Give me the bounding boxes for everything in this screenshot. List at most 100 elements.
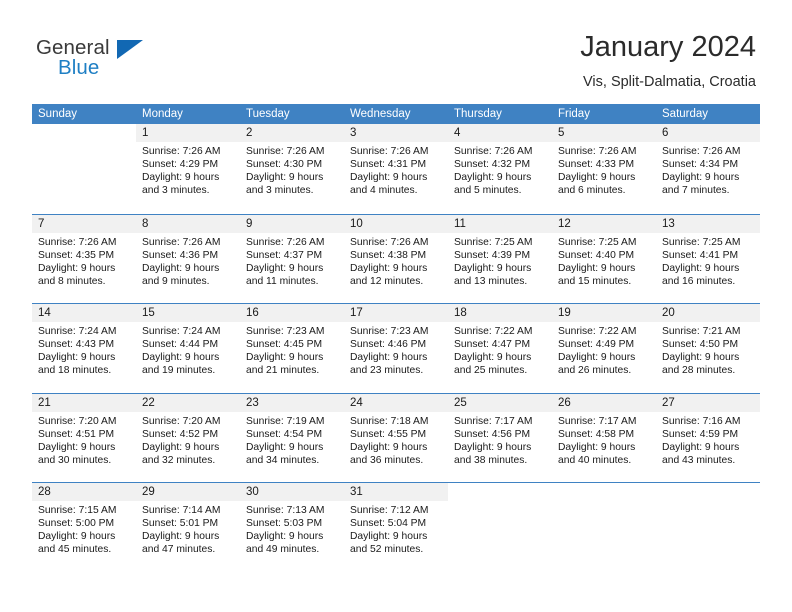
calendar-week-row: 14 Sunrise: 7:24 AM Sunset: 4:43 PM Dayligh…	[32, 303, 760, 393]
day-info-line: and 7 minutes.	[662, 185, 730, 197]
calendar-day-cell[interactable]: 28 Sunrise: 7:15 AM Sunset: 5:00 PM Dayligh…	[32, 483, 136, 572]
weekday-header-saturday: Saturday	[662, 108, 709, 120]
day-info-line: Sunrise: 7:23 AM	[350, 326, 429, 337]
generalblue-logo[interactable]: General Blue	[36, 36, 166, 84]
calendar-day-cell[interactable]: 22 Sunrise: 7:20 AM Sunset: 4:52 PM Dayligh…	[136, 393, 240, 482]
day-number: 31	[344, 483, 448, 501]
day-sun-info: Sunrise: 7:20 AM Sunset: 4:52 PM Daylight:…	[136, 412, 240, 467]
calendar-week-row: 28 Sunrise: 7:15 AM Sunset: 5:00 PM Dayligh…	[32, 482, 760, 572]
calendar-day-cell-empty	[552, 483, 656, 572]
day-info-line: Sunset: 4:50 PM	[662, 339, 739, 351]
calendar-day-cell[interactable]: 7 Sunrise: 7:26 AM Sunset: 4:35 PM Daylight…	[32, 214, 136, 303]
calendar-day-cell[interactable]: 14 Sunrise: 7:24 AM Sunset: 4:43 PM Dayligh…	[32, 304, 136, 393]
weekday-header-wednesday: Wednesday	[350, 108, 411, 120]
day-info-line: Sunset: 4:55 PM	[350, 428, 427, 440]
day-info-line: Daylight: 9 hours	[38, 262, 116, 274]
day-number	[552, 483, 656, 501]
day-info-line: Daylight: 9 hours	[350, 262, 428, 274]
day-info-line: and 32 minutes.	[142, 454, 216, 466]
day-info-line: and 45 minutes.	[38, 544, 112, 556]
calendar-day-cell[interactable]: 8 Sunrise: 7:26 AM Sunset: 4:36 PM Daylight…	[136, 214, 240, 303]
day-number: 8	[136, 214, 240, 233]
day-info-line: Sunrise: 7:21 AM	[662, 326, 741, 337]
calendar-day-cell[interactable]: 15 Sunrise: 7:24 AM Sunset: 4:44 PM Dayligh…	[136, 304, 240, 393]
calendar-day-cell[interactable]: 3 Sunrise: 7:26 AM Sunset: 4:31 PM Daylight…	[344, 124, 448, 214]
day-info-line: Daylight: 9 hours	[350, 352, 428, 364]
calendar-day-cell[interactable]: 16 Sunrise: 7:23 AM Sunset: 4:45 PM Dayligh…	[240, 304, 344, 393]
day-info-line: Daylight: 9 hours	[38, 441, 116, 453]
day-number: 28	[32, 483, 136, 501]
page-title: January 2024	[580, 31, 756, 63]
day-sun-info: Sunrise: 7:17 AM Sunset: 4:56 PM Daylight:…	[448, 412, 552, 467]
day-info-line: and 16 minutes.	[662, 275, 736, 287]
calendar-day-cell[interactable]: 31 Sunrise: 7:12 AM Sunset: 5:04 PM Dayligh…	[344, 483, 448, 572]
calendar-day-cell[interactable]: 9 Sunrise: 7:26 AM Sunset: 4:37 PM Daylight…	[240, 214, 344, 303]
calendar-day-cell[interactable]: 30 Sunrise: 7:13 AM Sunset: 5:03 PM Dayligh…	[240, 483, 344, 572]
day-number: 11	[448, 214, 552, 233]
day-sun-info: Sunrise: 7:26 AM Sunset: 4:38 PM Daylight:…	[344, 233, 448, 288]
day-sun-info: Sunrise: 7:18 AM Sunset: 4:55 PM Daylight:…	[344, 412, 448, 467]
day-sun-info	[32, 142, 136, 145]
calendar-day-cell[interactable]: 20 Sunrise: 7:21 AM Sunset: 4:50 PM Dayligh…	[656, 304, 760, 393]
day-number: 26	[552, 393, 656, 412]
calendar-day-cell[interactable]: 10 Sunrise: 7:26 AM Sunset: 4:38 PM Dayligh…	[344, 214, 448, 303]
day-number: 16	[240, 304, 344, 322]
day-number: 6	[656, 124, 760, 142]
day-sun-info: Sunrise: 7:12 AM Sunset: 5:04 PM Daylight:…	[344, 501, 448, 556]
day-info-line: Sunset: 4:29 PM	[142, 159, 219, 171]
day-info-line: Daylight: 9 hours	[662, 172, 740, 184]
calendar-day-cell[interactable]: 29 Sunrise: 7:14 AM Sunset: 5:01 PM Dayligh…	[136, 483, 240, 572]
calendar-day-cell[interactable]: 5 Sunrise: 7:26 AM Sunset: 4:33 PM Daylight…	[552, 124, 656, 214]
day-number: 7	[32, 214, 136, 233]
calendar-day-cell[interactable]: 19 Sunrise: 7:22 AM Sunset: 4:49 PM Dayligh…	[552, 304, 656, 393]
day-sun-info: Sunrise: 7:26 AM Sunset: 4:36 PM Daylight:…	[136, 233, 240, 288]
calendar-day-cell[interactable]: 25 Sunrise: 7:17 AM Sunset: 4:56 PM Dayligh…	[448, 393, 552, 482]
day-info-line: Sunrise: 7:26 AM	[142, 146, 221, 157]
day-info-line: Sunrise: 7:22 AM	[558, 326, 637, 337]
day-info-line: Daylight: 9 hours	[350, 531, 428, 543]
day-info-line: Sunset: 4:56 PM	[454, 428, 531, 440]
day-sun-info: Sunrise: 7:26 AM Sunset: 4:34 PM Daylight:…	[656, 142, 760, 197]
day-info-line: Sunset: 4:31 PM	[350, 159, 427, 171]
day-sun-info: Sunrise: 7:26 AM Sunset: 4:32 PM Daylight:…	[448, 142, 552, 197]
logo-triangle-icon	[117, 40, 143, 59]
day-number: 21	[32, 393, 136, 412]
day-number: 19	[552, 304, 656, 322]
calendar-day-cell[interactable]: 2 Sunrise: 7:26 AM Sunset: 4:30 PM Daylight…	[240, 124, 344, 214]
day-sun-info	[448, 501, 552, 504]
calendar-day-cell[interactable]: 26 Sunrise: 7:17 AM Sunset: 4:58 PM Dayligh…	[552, 393, 656, 482]
calendar-day-cell[interactable]: 4 Sunrise: 7:26 AM Sunset: 4:32 PM Daylight…	[448, 124, 552, 214]
day-number	[32, 124, 136, 142]
day-number: 12	[552, 214, 656, 233]
day-info-line: Sunset: 4:54 PM	[246, 428, 323, 440]
day-info-line: and 52 minutes.	[350, 544, 424, 556]
day-info-line: Daylight: 9 hours	[558, 352, 636, 364]
calendar-day-cell[interactable]: 13 Sunrise: 7:25 AM Sunset: 4:41 PM Dayligh…	[656, 214, 760, 303]
day-number: 20	[656, 304, 760, 322]
calendar-day-cell[interactable]: 21 Sunrise: 7:20 AM Sunset: 4:51 PM Dayligh…	[32, 393, 136, 482]
day-info-line: Sunrise: 7:25 AM	[558, 236, 637, 248]
calendar-day-cell[interactable]: 24 Sunrise: 7:18 AM Sunset: 4:55 PM Dayligh…	[344, 393, 448, 482]
day-number: 17	[344, 304, 448, 322]
calendar-day-cell[interactable]: 1 Sunrise: 7:26 AM Sunset: 4:29 PM Daylight…	[136, 124, 240, 214]
calendar-day-cell[interactable]: 27 Sunrise: 7:16 AM Sunset: 4:59 PM Dayligh…	[656, 393, 760, 482]
calendar-day-cell[interactable]: 23 Sunrise: 7:19 AM Sunset: 4:54 PM Dayligh…	[240, 393, 344, 482]
day-info-line: and 15 minutes.	[558, 275, 632, 287]
calendar-day-cell[interactable]: 18 Sunrise: 7:22 AM Sunset: 4:47 PM Dayligh…	[448, 304, 552, 393]
day-number: 22	[136, 393, 240, 412]
calendar-week-row: 21 Sunrise: 7:20 AM Sunset: 4:51 PM Dayligh…	[32, 392, 760, 482]
day-info-line: and 6 minutes.	[558, 185, 626, 197]
day-info-line: Sunrise: 7:19 AM	[246, 415, 325, 427]
calendar-day-cell[interactable]: 12 Sunrise: 7:25 AM Sunset: 4:40 PM Dayligh…	[552, 214, 656, 303]
day-number: 18	[448, 304, 552, 322]
day-info-line: Sunrise: 7:26 AM	[350, 146, 429, 157]
day-info-line: Daylight: 9 hours	[350, 172, 428, 184]
calendar-day-cell[interactable]: 11 Sunrise: 7:25 AM Sunset: 4:39 PM Dayligh…	[448, 214, 552, 303]
calendar-day-cell[interactable]: 17 Sunrise: 7:23 AM Sunset: 4:46 PM Dayligh…	[344, 304, 448, 393]
day-info-line: Sunrise: 7:20 AM	[142, 415, 221, 427]
day-sun-info: Sunrise: 7:25 AM Sunset: 4:41 PM Daylight:…	[656, 233, 760, 288]
day-info-line: and 21 minutes.	[246, 365, 320, 377]
calendar-day-cell[interactable]: 6 Sunrise: 7:26 AM Sunset: 4:34 PM Daylight…	[656, 124, 760, 214]
day-number: 13	[656, 214, 760, 233]
day-info-line: Daylight: 9 hours	[246, 441, 324, 453]
